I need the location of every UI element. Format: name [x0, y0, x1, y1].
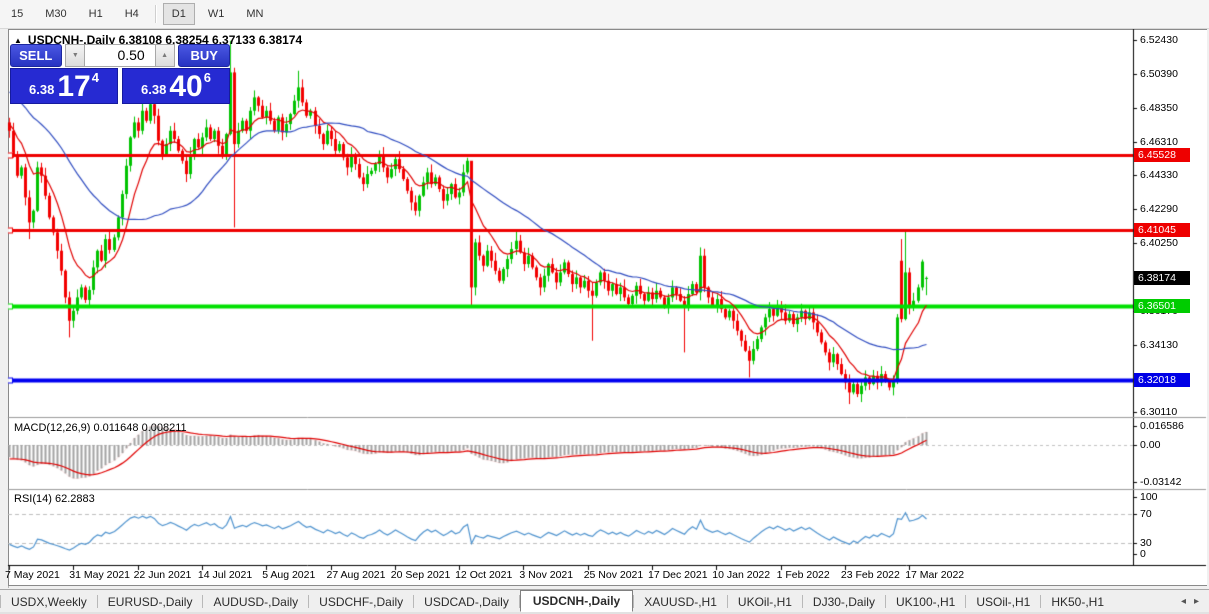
- symbol-tab-dj30-daily[interactable]: DJ30-,Daily: [803, 592, 885, 612]
- symbol-tab-usdx-weekly[interactable]: USDX,Weekly: [1, 592, 97, 612]
- symbol-tab-xauusd-h1[interactable]: XAUUSD-,H1: [634, 592, 727, 612]
- timeframe-button-h1[interactable]: H1: [80, 3, 112, 25]
- tab-scroll-buttons: ◂ ▸: [1181, 596, 1209, 607]
- timeframe-button-mn[interactable]: MN: [237, 3, 272, 25]
- spin-up-icon: ▲: [161, 52, 168, 59]
- timeframe-button-m30[interactable]: M30: [36, 3, 75, 25]
- tab-scroll-right-icon[interactable]: ▸: [1194, 596, 1199, 607]
- timeframe-button-w1[interactable]: W1: [199, 3, 234, 25]
- lot-increase-button[interactable]: ▲: [155, 44, 175, 67]
- symbol-tab-audusd-daily[interactable]: AUDUSD-,Daily: [203, 592, 308, 612]
- sell-button[interactable]: SELL: [10, 44, 62, 67]
- timeframe-button-15[interactable]: 15: [2, 3, 32, 25]
- symbol-tab-usdcnh-daily[interactable]: USDCNH-,Daily: [520, 590, 633, 612]
- sell-price-pips: 17: [57, 73, 90, 101]
- buy-price-point: 6: [204, 70, 211, 85]
- lot-size-input[interactable]: 0.50: [85, 44, 154, 67]
- sell-price-box[interactable]: 6.38 17 4: [10, 68, 118, 104]
- buy-button[interactable]: BUY: [178, 44, 230, 67]
- toolbar-separator: [155, 5, 156, 23]
- buy-price-prefix: 6.38: [141, 82, 166, 97]
- symbol-tab-hk50-h1[interactable]: HK50-,H1: [1041, 592, 1114, 612]
- platform-window: 15M30H1H4D1W1MN ▲USDCNH-,Daily 6.38108 6…: [0, 0, 1209, 614]
- sell-price-prefix: 6.38: [29, 82, 54, 97]
- buy-price-box[interactable]: 6.38 40 6: [122, 68, 230, 104]
- symbol-tab-uk100-h1[interactable]: UK100-,H1: [886, 592, 965, 612]
- tab-scroll-left-icon[interactable]: ◂: [1181, 596, 1186, 607]
- symbol-tab-bar: USDX,WeeklyEURUSD-,DailyAUDUSD-,DailyUSD…: [0, 589, 1209, 613]
- symbol-tab-usoil-h1[interactable]: USOil-,H1: [966, 592, 1040, 612]
- one-click-trade-widget: SELL ▼ 0.50 ▲ BUY 6.38 17 4 6.38 40 6: [10, 44, 230, 104]
- symbol-tab-ukoil-h1[interactable]: UKOil-,H1: [728, 592, 802, 612]
- timeframe-button-d1[interactable]: D1: [163, 3, 195, 25]
- timeframe-toolbar: 15M30H1H4 D1W1MN: [0, 0, 1209, 29]
- spin-down-icon: ▼: [72, 52, 79, 59]
- buy-price-pips: 40: [169, 73, 202, 101]
- symbol-tab-usdcad-daily[interactable]: USDCAD-,Daily: [414, 592, 519, 612]
- lot-decrease-button[interactable]: ▼: [65, 44, 85, 67]
- symbol-tab-eurusd-daily[interactable]: EURUSD-,Daily: [98, 592, 203, 612]
- symbol-tab-usdchf-daily[interactable]: USDCHF-,Daily: [309, 592, 413, 612]
- sell-price-point: 4: [92, 70, 99, 85]
- timeframe-button-h4[interactable]: H4: [116, 3, 148, 25]
